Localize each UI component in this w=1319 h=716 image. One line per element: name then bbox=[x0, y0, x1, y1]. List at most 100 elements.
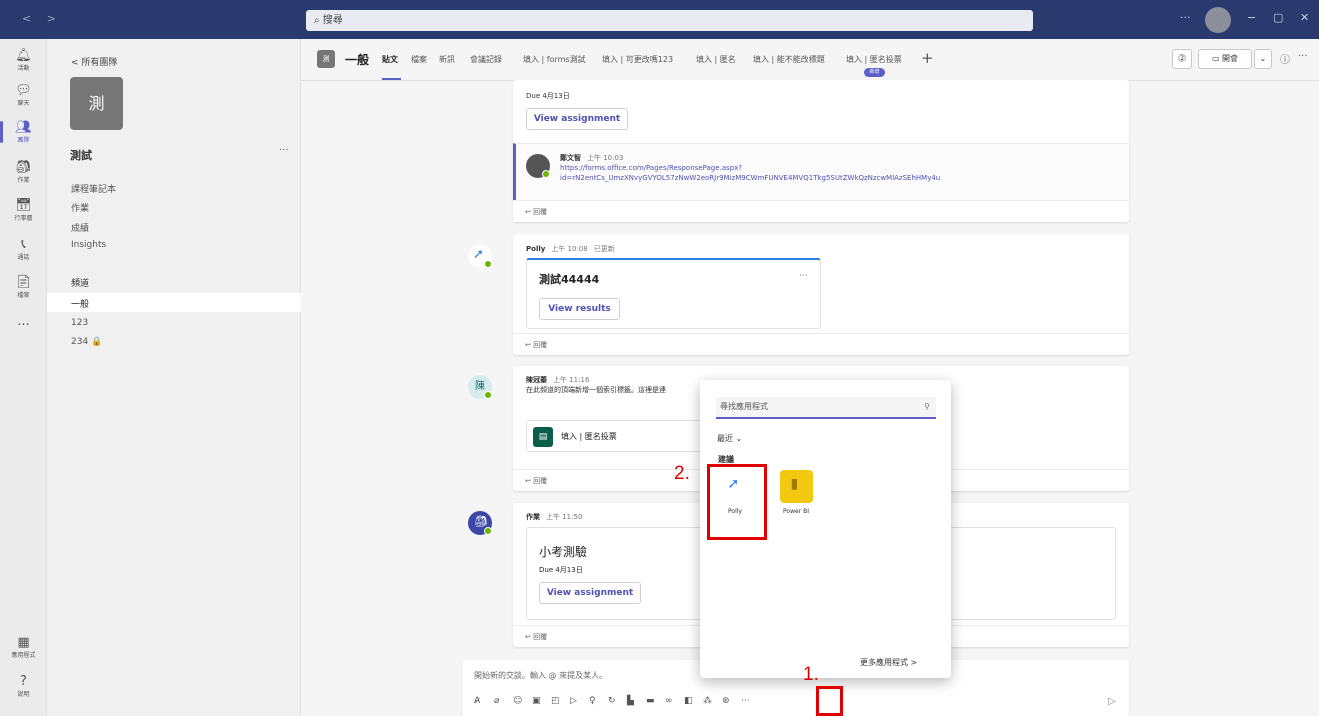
tab-posts[interactable]: 貼文 bbox=[382, 54, 398, 65]
video-icon[interactable]: ▬ bbox=[646, 696, 655, 706]
tab-forms-test[interactable]: 填入 | forms測試 bbox=[523, 54, 586, 65]
channel-header: 測 一般 貼文 檔案 新訊 會議記錄 填入 | forms測試 填入 | 可更改… bbox=[301, 39, 1319, 81]
tab-rename-title[interactable]: 填入 | 能不能改標題 bbox=[753, 54, 825, 65]
powerbi-app-icon: ▮ bbox=[779, 470, 813, 503]
participants-button[interactable]: ⓶ bbox=[1172, 49, 1192, 69]
settings-more-button[interactable]: ··· bbox=[1180, 11, 1191, 24]
assignments-icon: 🎒︎ bbox=[474, 515, 488, 528]
view-assignment-button[interactable]: View assignment bbox=[526, 108, 628, 130]
add-tab-button[interactable]: + bbox=[921, 49, 934, 67]
teams-window: < > ⌕ 搜尋 ··· − ▢ ✕ 🔔︎ 活動 💬︎ 聊天 👥︎ 團隊 🎒︎ 作業 📅… bbox=[0, 0, 1319, 716]
maximize-button[interactable]: ▢ bbox=[1273, 11, 1283, 24]
side-link-assignments[interactable]: 作業 bbox=[71, 201, 89, 214]
presence-icon bbox=[484, 527, 492, 535]
send-button[interactable]: ▷ bbox=[1108, 696, 1116, 707]
post-text: 在此頻道的頂端新增一個索引標籤。這裡是連 bbox=[526, 386, 666, 394]
reply-button[interactable]: ↩ 回覆 bbox=[513, 200, 1129, 222]
poll-more-button[interactable]: ··· bbox=[799, 271, 808, 281]
rail-apps[interactable]: ▦ 應用程式 bbox=[0, 636, 47, 660]
reply-author: 鄭文智 上午 10:03 bbox=[560, 154, 624, 162]
team-avatar: 測 bbox=[70, 77, 123, 130]
bell-icon: 🔔︎ bbox=[15, 48, 32, 63]
format-icon[interactable]: A̷ bbox=[474, 696, 480, 706]
tab-files[interactable]: 檔案 bbox=[411, 54, 427, 65]
channel-title: 一般 bbox=[345, 53, 370, 67]
channel-icon: 測 bbox=[317, 50, 335, 68]
help-icon: ? bbox=[20, 674, 27, 689]
due-date: Due 4月13日 bbox=[526, 92, 570, 100]
poll-title: 測試44444 bbox=[539, 273, 600, 286]
presence-icon bbox=[542, 170, 550, 178]
tab-anonymous-vote[interactable]: 填入 | 匿名投票 bbox=[846, 54, 902, 65]
calendar-icon: 📅︎ bbox=[15, 198, 32, 213]
search-icon: ⚲ bbox=[924, 402, 930, 411]
close-button[interactable]: ✕ bbox=[1300, 11, 1309, 24]
tab-editable-123[interactable]: 填入 | 可更改嗎123 bbox=[602, 54, 673, 65]
side-link-insights[interactable]: Insights bbox=[71, 240, 106, 250]
more-icon: ··· bbox=[17, 318, 30, 333]
emoji-icon[interactable]: ☺ bbox=[513, 696, 522, 706]
rail-files[interactable]: 📄︎ 檔案 bbox=[0, 276, 47, 300]
rail-assignments[interactable]: 🎒︎ 作業 bbox=[0, 160, 47, 185]
tab-anonymous[interactable]: 填入 | 匿名 bbox=[696, 54, 736, 65]
minimize-button[interactable]: − bbox=[1247, 11, 1256, 24]
title-bar: < > ⌕ 搜尋 ··· − ▢ ✕ bbox=[0, 0, 1319, 39]
rail-activity[interactable]: 🔔︎ 活動 bbox=[0, 48, 47, 73]
rail-teams[interactable]: 👥︎ 團隊 bbox=[0, 121, 47, 144]
tab-card-title: 填入 | 匿名投票 bbox=[561, 432, 617, 441]
highlight-more-button bbox=[816, 686, 843, 716]
side-link-notebook[interactable]: 課程筆記本 bbox=[71, 182, 116, 195]
praise-icon[interactable]: ♀ bbox=[589, 696, 596, 706]
new-badge: 新增 bbox=[864, 68, 885, 77]
rail-calendar[interactable]: 📅︎ 行事曆 bbox=[0, 198, 47, 223]
more-apps-link[interactable]: 更多應用程式 > bbox=[860, 657, 917, 668]
channel-item-234[interactable]: 234 🔒 bbox=[71, 337, 102, 347]
assignments-icon: 🎒︎ bbox=[15, 160, 32, 175]
view-assignment-button[interactable]: View assignment bbox=[539, 582, 641, 604]
forms-app-icon: ▤ bbox=[533, 427, 553, 447]
reply-button[interactable]: ↩ 回覆 bbox=[513, 333, 1129, 355]
profile-avatar[interactable] bbox=[1205, 7, 1231, 33]
loop-icon[interactable]: ↻ bbox=[608, 696, 616, 706]
app-power-bi[interactable]: ▮ Power BI bbox=[773, 470, 819, 515]
team-more-button[interactable]: ··· bbox=[279, 145, 289, 156]
channel-item-123[interactable]: 123 bbox=[71, 318, 88, 328]
tab-meeting-notes[interactable]: 會議記錄 bbox=[470, 54, 502, 65]
gif-icon[interactable]: ▣ bbox=[532, 696, 541, 706]
apps-icon[interactable]: ⁂ bbox=[703, 696, 712, 706]
channel-item-general[interactable]: 一般 bbox=[71, 297, 89, 310]
history-nav[interactable]: < > bbox=[22, 12, 62, 25]
team-name[interactable]: 測試 bbox=[70, 147, 92, 163]
due-date: Due 4月13日 bbox=[539, 566, 583, 574]
rail-more[interactable]: ··· bbox=[0, 319, 47, 333]
forms-link[interactable]: https://forms.office.com/Pages/ResponseP… bbox=[560, 163, 940, 183]
rail-chat[interactable]: 💬︎ 聊天 bbox=[0, 83, 47, 108]
attach-icon[interactable]: ⌀ bbox=[494, 696, 499, 706]
side-link-grades[interactable]: 成績 bbox=[71, 221, 89, 234]
more-options-icon[interactable]: ··· bbox=[741, 696, 750, 706]
stream-icon[interactable]: ∞ bbox=[665, 696, 673, 706]
chat-icon: 💬︎ bbox=[15, 83, 32, 98]
tab-news[interactable]: 新訊 bbox=[439, 54, 455, 65]
recent-dropdown[interactable]: 最近 ⌄ bbox=[717, 433, 742, 444]
phone-icon: 📞︎ bbox=[21, 237, 26, 252]
info-icon[interactable]: ⓘ bbox=[1280, 51, 1290, 66]
find-app-input[interactable]: 尋找應用程式 ⚲ bbox=[716, 397, 936, 419]
meet-now-icon[interactable]: ▷ bbox=[570, 696, 577, 706]
presence-icon bbox=[484, 391, 492, 399]
rail-calls[interactable]: 📞︎ 通話 bbox=[0, 237, 47, 262]
poll-card: 測試44444 ··· View results bbox=[526, 258, 821, 329]
meet-button[interactable]: ▭ 開會 bbox=[1198, 49, 1252, 69]
polly-compose-icon[interactable]: ⊛ bbox=[722, 696, 730, 706]
meet-dropdown[interactable]: ⌄ bbox=[1254, 49, 1272, 69]
header-more-button[interactable]: ··· bbox=[1298, 51, 1308, 62]
view-results-button[interactable]: View results bbox=[539, 298, 620, 320]
forms-icon[interactable]: ▙ bbox=[627, 696, 634, 706]
search-input[interactable]: ⌕ 搜尋 bbox=[306, 10, 1033, 31]
all-teams-link[interactable]: < 所有團隊 bbox=[71, 55, 117, 68]
step-2-label: 2. bbox=[674, 463, 690, 484]
sticker-icon[interactable]: ◰ bbox=[551, 696, 560, 706]
tab-card[interactable]: ▤ 填入 | 匿名投票 bbox=[526, 420, 706, 452]
onenote-icon[interactable]: ◧ bbox=[684, 696, 693, 706]
rail-help[interactable]: ? 說明 bbox=[0, 674, 47, 699]
